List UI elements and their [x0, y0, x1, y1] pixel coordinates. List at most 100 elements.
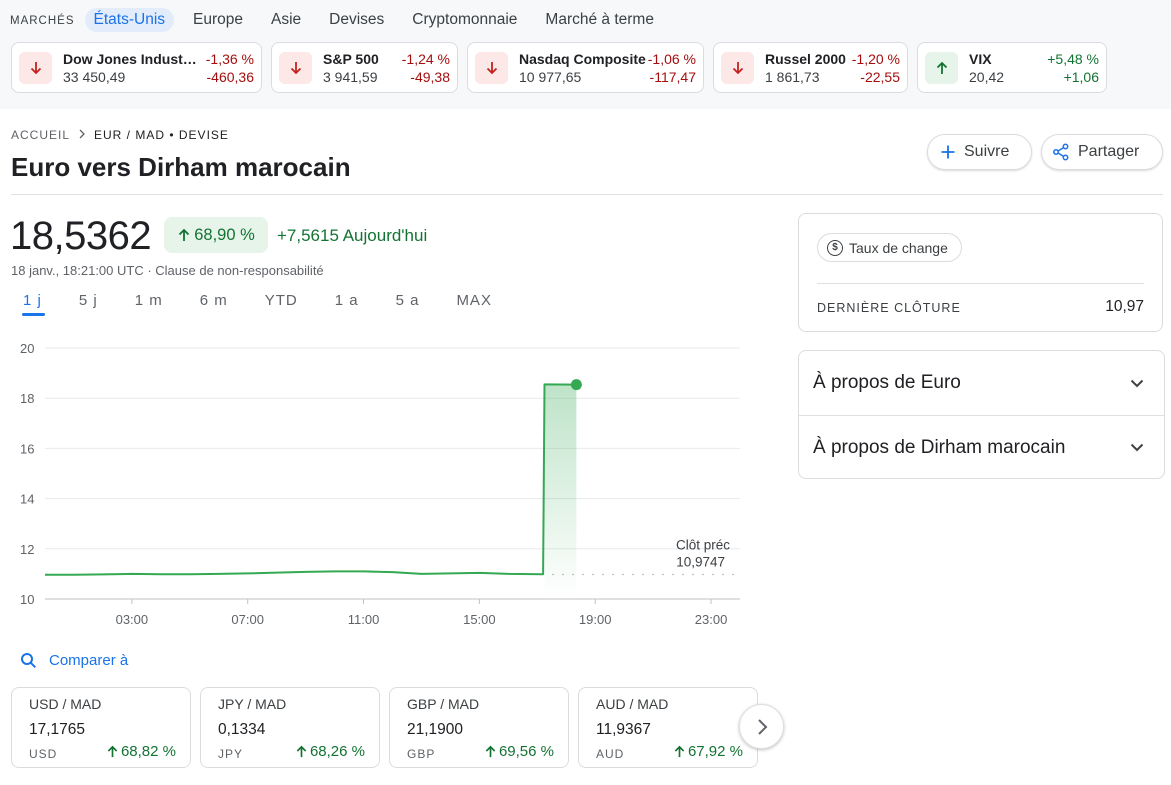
tab-asie[interactable]: Asie [262, 8, 310, 32]
x-tick-label: 19:00 [579, 612, 612, 627]
quote-timestamp: 18 janv., 18:21:00 UTC · Clause de non-r… [11, 263, 324, 278]
ticker-value: 20,42 [969, 69, 1005, 85]
ticker-list: Dow Jones Industri… 33 450,49 -1,36 % -4… [11, 42, 1116, 93]
x-tick-label: 07:00 [231, 612, 264, 627]
compare-value: 17,1765 [29, 721, 86, 738]
ticker-name: Dow Jones Industri… [63, 51, 199, 67]
markets-nav: MARCHÉS États-Unis Europe Asie Devises C… [10, 6, 673, 33]
last-close-value: 10,97 [1105, 298, 1144, 315]
tab-cryptomonnaie[interactable]: Cryptomonnaie [403, 8, 526, 32]
ticker-change: -49,38 [410, 69, 450, 85]
compare-code: JPY [218, 747, 244, 761]
follow-button[interactable]: Suivre [927, 134, 1032, 170]
range-tab-1m[interactable]: 1 m [135, 292, 163, 316]
range-tab-1a[interactable]: 1 a [335, 292, 359, 316]
range-tab-1j[interactable]: 1 j [22, 292, 45, 316]
compare-percent: 68,82 % [106, 743, 176, 760]
percent-change-badge: 68,90 % [164, 217, 268, 253]
markets-bar: MARCHÉS États-Unis Europe Asie Devises C… [0, 0, 1171, 109]
compare-pair: GBP / MAD [407, 696, 480, 712]
previous-close-value: 10,9747 [676, 555, 725, 570]
compare-button[interactable]: Comparer à [20, 652, 128, 669]
tab-devises[interactable]: Devises [320, 8, 393, 32]
compare-percent-value: 68,26 % [309, 743, 365, 760]
price-line [45, 383, 577, 576]
plus-icon [941, 145, 955, 159]
ticker-card-sp500[interactable]: S&P 500 3 941,59 -1,24 % -49,38 [271, 42, 458, 93]
ticker-value: 33 450,49 [63, 69, 126, 85]
compare-percent: 67,92 % [673, 743, 743, 760]
arrow-up-icon [674, 745, 685, 758]
today-change: +7,5615 Aujourd'hui [277, 226, 428, 245]
about-dirham-expander[interactable]: À propos de Dirham marocain [799, 415, 1164, 479]
breadcrumb: ACCUEIL EUR / MAD • DEVISE [11, 128, 229, 142]
compare-card-jpy-mad[interactable]: JPY / MAD 0,1334 JPY 68,26 % [200, 687, 380, 768]
chevron-down-icon [1130, 379, 1144, 387]
arrow-down-icon [19, 52, 52, 84]
compare-code: USD [29, 747, 58, 761]
ticker-name: Russel 2000 [765, 51, 846, 67]
about-dirham-label: À propos de Dirham marocain [813, 436, 1066, 458]
arrow-up-icon [179, 228, 190, 241]
range-tab-6m[interactable]: 6 m [200, 292, 228, 316]
arrow-down-icon [279, 52, 312, 84]
compare-card-aud-mad[interactable]: AUD / MAD 11,9367 AUD 67,92 % [578, 687, 758, 768]
next-cards-button[interactable] [739, 704, 784, 749]
share-button[interactable]: Partager [1041, 134, 1163, 170]
compare-pair: USD / MAD [29, 696, 102, 712]
arrow-up-icon [107, 745, 118, 758]
range-tab-5j[interactable]: 5 j [79, 292, 98, 316]
arrow-down-icon [475, 52, 508, 84]
ticker-card-vix[interactable]: VIX 20,42 +5,48 % +1,06 [917, 42, 1107, 93]
range-tabs: 1 j 5 j 1 m 6 m YTD 1 a 5 a MAX [22, 292, 529, 316]
range-tab-5a[interactable]: 5 a [396, 292, 420, 316]
y-tick-label: 12 [20, 542, 34, 557]
ticker-card-dow-jones[interactable]: Dow Jones Industri… 33 450,49 -1,36 % -4… [11, 42, 262, 93]
arrow-up-icon [925, 52, 958, 84]
arrow-up-icon [296, 745, 307, 758]
share-icon [1053, 143, 1069, 161]
compare-pair: JPY / MAD [218, 696, 287, 712]
compare-percent-value: 69,56 % [498, 743, 554, 760]
ticker-name: S&P 500 [323, 51, 379, 67]
ticker-card-nasdaq[interactable]: Nasdaq Composite 10 977,65 -1,06 % -117,… [467, 42, 704, 93]
x-tick-label: 23:00 [695, 612, 728, 627]
compare-code: GBP [407, 747, 436, 761]
chevron-right-icon [757, 718, 767, 735]
arrow-up-icon [485, 745, 496, 758]
price-area [544, 384, 577, 599]
percent-change-value: 68,90 % [194, 225, 255, 244]
ticker-percent: +5,48 % [1047, 51, 1099, 67]
compare-value: 11,9367 [596, 721, 651, 738]
compare-percent-value: 68,82 % [120, 743, 176, 760]
header-divider [11, 194, 1163, 195]
ticker-value: 1 861,73 [765, 69, 820, 85]
ticker-value: 3 941,59 [323, 69, 378, 85]
current-price-dot [570, 379, 582, 391]
search-icon [21, 653, 37, 669]
ticker-percent: -1,20 % [851, 51, 900, 67]
chip-label: Taux de change [849, 239, 948, 256]
compare-card-usd-mad[interactable]: USD / MAD 17,1765 USD 68,82 % [11, 687, 191, 768]
range-tab-ytd[interactable]: YTD [265, 292, 298, 316]
compare-percent: 69,56 % [484, 743, 554, 760]
about-euro-expander[interactable]: À propos de Euro [799, 351, 1164, 415]
compare-pair: AUD / MAD [596, 696, 669, 712]
price-chart[interactable]: 20 18 16 14 12 10 03:00 07:00 11:00 15:00 19:00 23:… [0, 330, 760, 638]
tab-etats-unis[interactable]: États-Unis [84, 7, 175, 32]
tab-marche-a-terme[interactable]: Marché à terme [536, 8, 663, 32]
markets-label: MARCHÉS [10, 14, 75, 27]
compare-card-gbp-mad[interactable]: GBP / MAD 21,1900 GBP 69,56 % [389, 687, 569, 768]
range-tab-max[interactable]: MAX [456, 292, 492, 316]
ticker-card-russel-2000[interactable]: Russel 2000 1 861,73 -1,20 % -22,55 [713, 42, 908, 93]
about-card: À propos de Euro À propos de Dirham maro… [798, 350, 1165, 479]
exchange-rate-chip[interactable]: $ Taux de change [817, 233, 962, 262]
y-tick-label: 10 [20, 592, 34, 607]
share-button-label: Partager [1078, 143, 1140, 160]
breadcrumb-home-link[interactable]: ACCUEIL [11, 128, 70, 142]
tab-europe[interactable]: Europe [184, 8, 252, 32]
last-close-label: DERNIÈRE CLÔTURE [817, 301, 961, 315]
compare-percent: 68,26 % [295, 743, 365, 760]
rate-info-card: $ Taux de change DERNIÈRE CLÔTURE 10,97 [798, 213, 1163, 332]
ticker-percent: -1,36 % [205, 51, 254, 67]
